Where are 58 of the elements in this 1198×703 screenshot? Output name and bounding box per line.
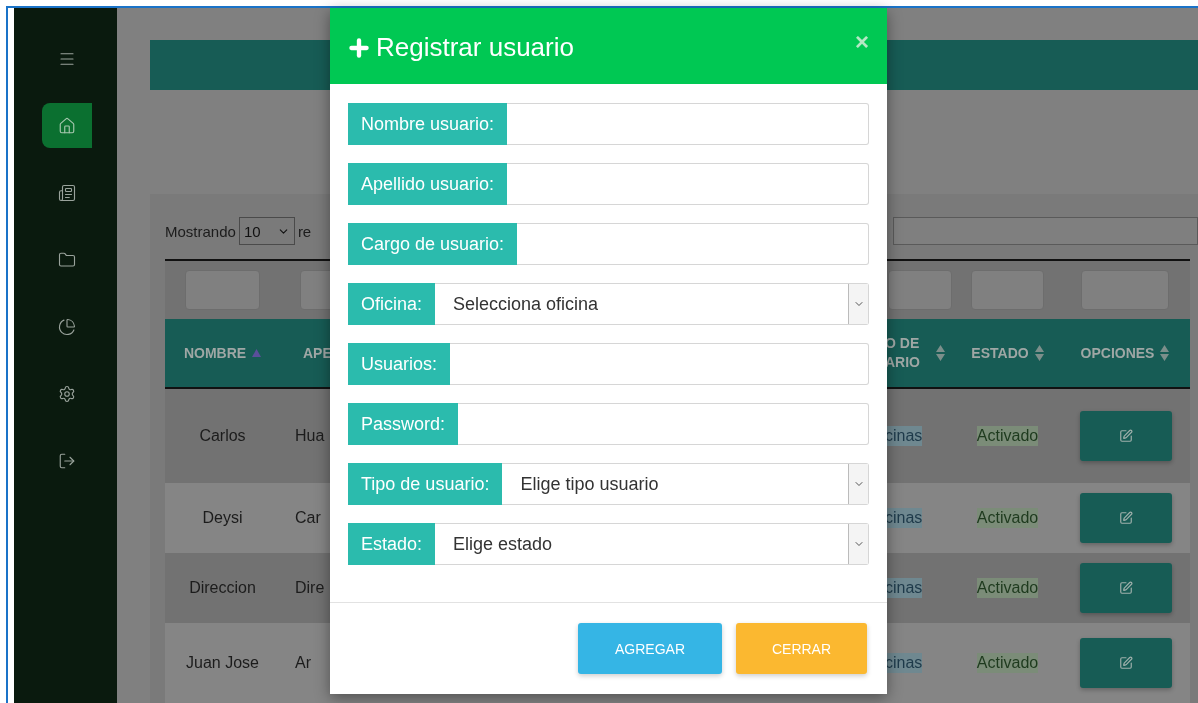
close-dialog-button[interactable]: CERRAR — [736, 623, 867, 674]
status-label: Activado — [976, 508, 1039, 528]
sort-icon[interactable] — [1034, 345, 1044, 361]
column-header[interactable]: OPCIONES — [1080, 343, 1155, 363]
field-label: Oficina: — [348, 283, 436, 325]
table-cell-text: Hua — [294, 427, 326, 445]
field-label: Usuarios: — [348, 343, 451, 385]
table-cell: cinas — [885, 578, 923, 598]
input-field[interactable] — [507, 103, 869, 145]
close-button[interactable]: × — [855, 32, 869, 52]
input-field[interactable] — [450, 343, 869, 385]
input-field[interactable] — [458, 403, 869, 445]
sort-up-icon[interactable] — [252, 349, 262, 357]
input-field[interactable] — [507, 163, 869, 205]
edit-button[interactable] — [1080, 411, 1172, 461]
column-header[interactable]: ESTADO — [971, 343, 1029, 363]
edit-icon — [1119, 511, 1133, 525]
table-cell-text: Dire — [294, 579, 326, 597]
table-cell-text: Ar — [294, 654, 312, 672]
table-cell: cinas — [885, 653, 923, 673]
edit-button[interactable] — [1080, 638, 1172, 688]
sort-icon[interactable] — [1160, 345, 1170, 361]
edit-icon — [1119, 656, 1133, 670]
field-label: Estado: — [348, 523, 436, 565]
edit-button[interactable] — [1080, 563, 1172, 613]
table-cell-text: Deysi — [201, 509, 244, 527]
search-field[interactable] — [893, 217, 1198, 245]
field-label: Password: — [348, 403, 459, 445]
table-cell-text: Direccion — [188, 579, 257, 597]
add-button[interactable]: AGREGAR — [578, 623, 722, 674]
length-select[interactable]: 10 — [238, 217, 295, 245]
select-field[interactable]: Elige tipo usuario — [502, 463, 869, 505]
length-label: Mostrando — [165, 222, 236, 240]
status-label: Activado — [976, 653, 1039, 673]
modal-title-text: Registrar usuario — [376, 32, 574, 63]
column-header[interactable]: NOMBRE — [183, 343, 247, 363]
field-label: Tipo de usuario: — [348, 463, 503, 505]
edit-icon — [1119, 581, 1133, 595]
edit-button[interactable] — [1080, 493, 1172, 543]
sort-icon[interactable] — [936, 345, 945, 361]
select-field[interactable]: Selecciona oficina — [435, 283, 869, 325]
status-label: Activado — [976, 426, 1039, 446]
field-label: Nombre usuario: — [348, 103, 508, 145]
table-cell-text: Juan Jose — [185, 654, 260, 672]
table-cell-text: Car — [294, 509, 322, 527]
select-field[interactable]: Elige estado — [435, 523, 869, 565]
field-label: Apellido usuario: — [348, 163, 508, 205]
edit-icon — [1119, 429, 1133, 443]
table-cell: cinas — [885, 426, 923, 446]
filter-field[interactable] — [888, 270, 952, 310]
column-header[interactable]: APE — [303, 343, 332, 363]
home-icon[interactable] — [41, 103, 92, 148]
input-field[interactable] — [517, 223, 869, 265]
table-cell-text: Carlos — [198, 427, 247, 445]
table-cell: cinas — [885, 508, 923, 528]
length-suffix: re — [297, 222, 312, 240]
status-label: Activado — [976, 578, 1039, 598]
field-label: Cargo de usuario: — [348, 223, 518, 265]
